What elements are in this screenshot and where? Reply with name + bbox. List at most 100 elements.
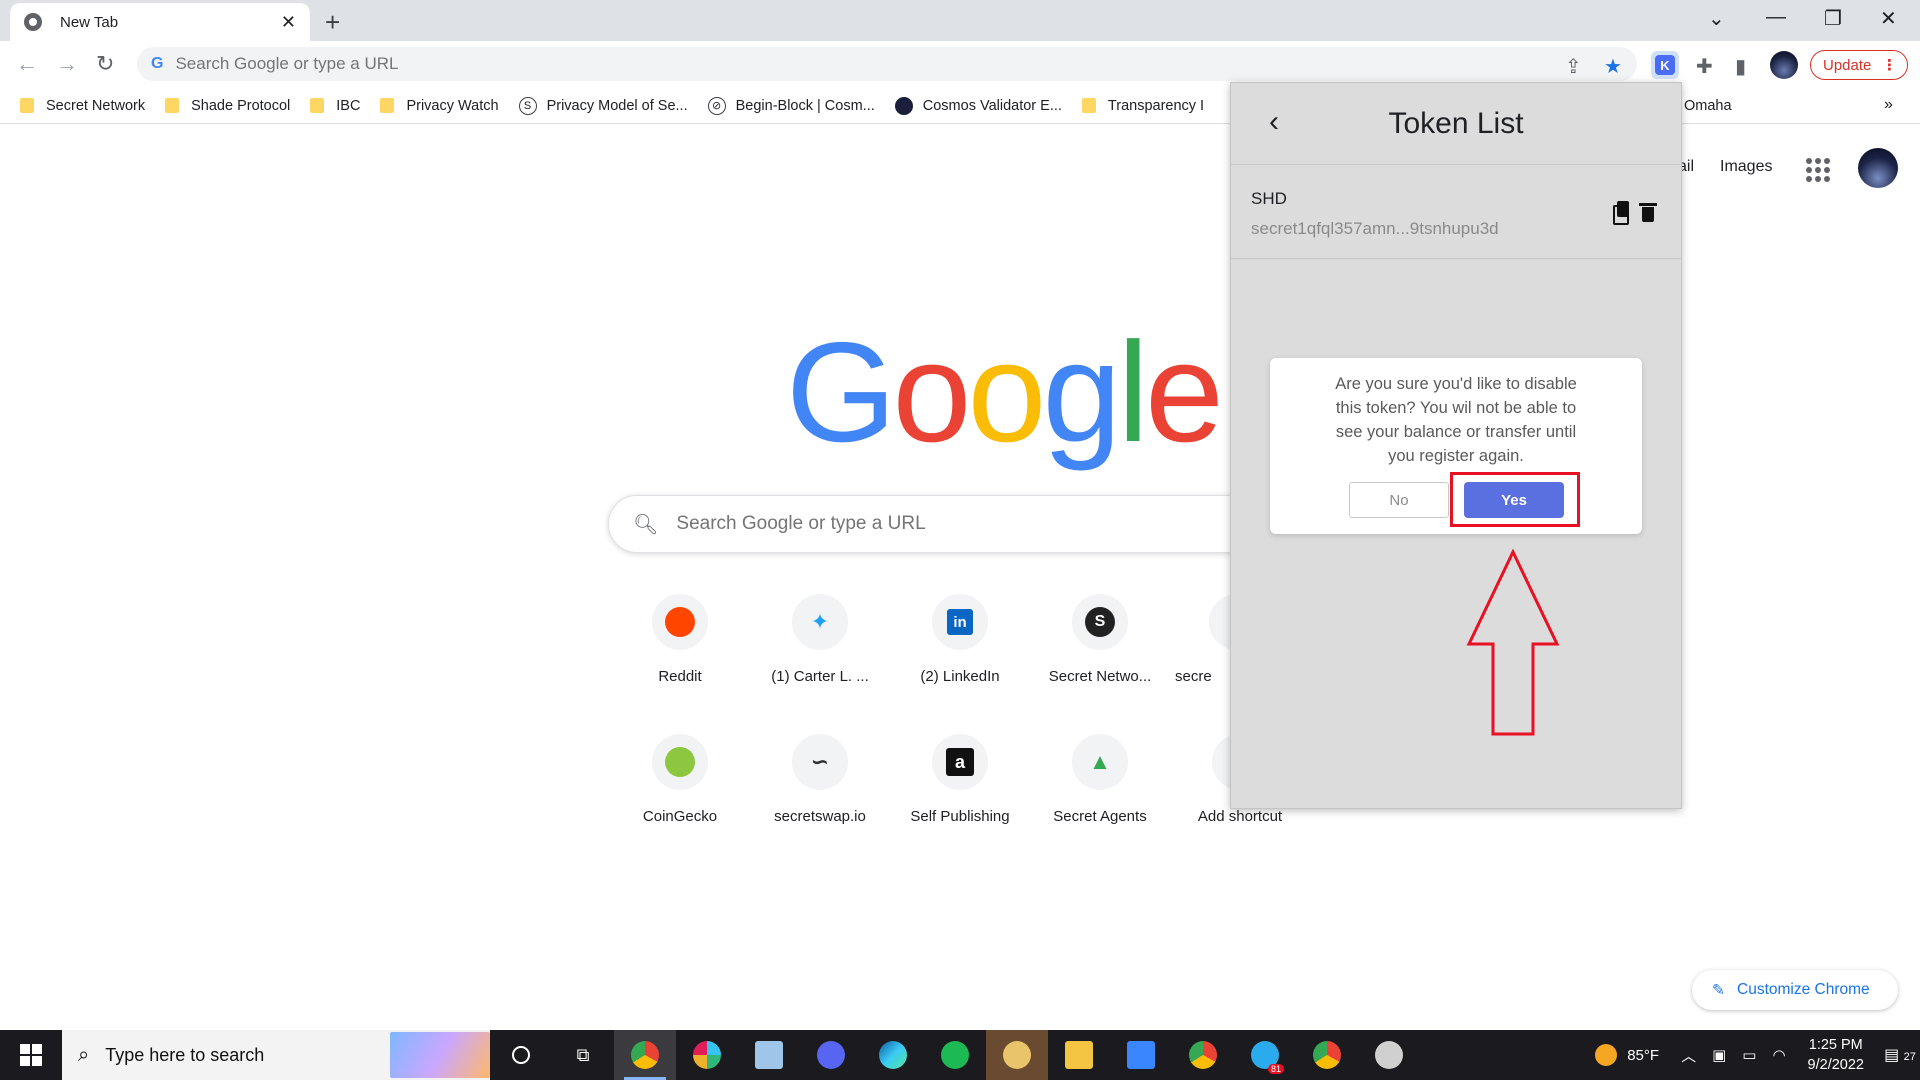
bookmark-item[interactable]: S Privacy Model of Se... (518, 96, 688, 115)
tray-chevron-icon[interactable]: ︿ (1681, 1045, 1696, 1066)
profile-avatar[interactable] (1770, 51, 1798, 79)
windows-logo-icon (20, 1044, 42, 1066)
yes-highlight-box (1450, 472, 1580, 527)
notification-count: 27 (1903, 1051, 1916, 1063)
back-chevron-icon[interactable]: ‹ (1269, 105, 1279, 139)
shortcut-self-publishing[interactable]: a Self Publishing (895, 734, 1025, 825)
bookmark-item[interactable]: IBC (310, 98, 360, 114)
bookmark-item[interactable]: ⊘ Begin-Block | Cosm... (707, 96, 875, 115)
folder-icon (165, 98, 180, 113)
google-search-input[interactable] (676, 513, 1177, 535)
share-icon[interactable]: ⇪ (1565, 54, 1582, 79)
bookmark-item[interactable]: Secret Network (20, 98, 145, 114)
taskbar-search-placeholder: Type here to search (105, 1044, 265, 1065)
taskbar-snip-tool[interactable] (1358, 1030, 1420, 1080)
logo-letter: o (892, 313, 971, 472)
taskbar-chrome[interactable] (614, 1030, 676, 1080)
logo-letter: o (967, 313, 1046, 472)
forward-icon[interactable]: → (56, 51, 78, 77)
secret-network-icon: S (1072, 594, 1128, 650)
secret-site-icon (1209, 594, 1230, 650)
secretswap-icon: ∽ (792, 734, 848, 790)
browser-toolbar: ← → ↻ G ⇪ ★ K ✚ ▮ Update ⋮ (0, 41, 1920, 88)
bookmarks-overflow-icon[interactable]: » (1884, 96, 1893, 114)
notification-center[interactable]: ▤ 27 (1880, 1045, 1920, 1065)
bookmark-item[interactable]: Transparency I (1081, 98, 1204, 114)
tab-strip: New Tab ✕ + ⌄ — ❐ ✕ (0, 0, 1920, 41)
folder-icon (1081, 98, 1096, 113)
taskbar-search[interactable]: ⌕ Type here to search (62, 1030, 490, 1080)
shortcut-secret-agents[interactable]: ▲ Secret Agents (1035, 734, 1165, 825)
menu-dots-icon: ⋮ (1882, 57, 1897, 74)
bookmark-item[interactable]: Cosmos Validator E... (894, 96, 1062, 115)
bookmark-item[interactable]: Shade Protocol (165, 98, 290, 114)
shortcut-secretswap[interactable]: ∽ secretswap.io (755, 734, 885, 825)
token-row: SHD secret1qfql357amn...9tsnhupu3d (1231, 165, 1681, 259)
shortcut-linkedin[interactable]: in (2) LinkedIn (895, 594, 1025, 685)
popup-title: Token List (1388, 106, 1524, 140)
address-input[interactable] (175, 54, 1376, 74)
restore-icon[interactable]: ❐ (1824, 6, 1842, 31)
taskbar-edge[interactable] (862, 1030, 924, 1080)
weather-temp[interactable]: 85°F (1627, 1047, 1659, 1064)
update-button[interactable]: Update ⋮ (1810, 50, 1908, 80)
shortcut-secret[interactable]: secre (1175, 594, 1230, 685)
taskbar-telegram[interactable]: 81 (1234, 1030, 1296, 1080)
cosmos-icon (894, 96, 913, 115)
google-account-avatar[interactable] (1858, 148, 1898, 188)
linkedin-icon: in (932, 594, 988, 650)
pencil-icon: ✎ (1712, 981, 1725, 999)
address-bar[interactable]: G (137, 47, 1637, 81)
copy-icon[interactable] (1613, 201, 1629, 225)
task-view-icon[interactable]: ⧉ (552, 1030, 614, 1080)
shortcut-coingecko[interactable]: CoinGecko (615, 734, 745, 825)
shortcut-secret-network[interactable]: S Secret Netwo... (1035, 594, 1165, 685)
tab-search-icon[interactable]: ⌄ (1708, 6, 1725, 31)
customize-chrome-button[interactable]: ✎ Customize Chrome (1692, 970, 1898, 1010)
taskbar-paint[interactable] (986, 1030, 1048, 1080)
shortcut-reddit[interactable]: Reddit (615, 594, 745, 685)
trash-icon[interactable] (1639, 201, 1657, 223)
shortcut-twitter[interactable]: ✦ (1) Carter L. ... (755, 594, 885, 685)
images-link[interactable]: Images (1720, 158, 1772, 176)
wifi-icon[interactable]: ◠ (1772, 1046, 1785, 1064)
taskbar-spotify[interactable] (924, 1030, 986, 1080)
extensions-puzzle-icon[interactable]: ✚ (1696, 54, 1713, 79)
folder-icon (380, 98, 395, 113)
taskbar-chrome-profile-3[interactable] (1296, 1030, 1358, 1080)
windows-start-button[interactable] (0, 1030, 62, 1080)
google-apps-icon[interactable] (1806, 158, 1830, 182)
tab-new-tab[interactable]: New Tab ✕ (10, 3, 310, 41)
taskbar-photos[interactable] (1110, 1030, 1172, 1080)
reload-icon[interactable]: ↻ (96, 51, 114, 77)
close-tab-icon[interactable]: ✕ (281, 12, 296, 33)
bookmark-item-omaha[interactable]: Omaha (1684, 98, 1732, 114)
battery-icon[interactable]: ▭ (1742, 1046, 1756, 1064)
taskbar-discord[interactable] (800, 1030, 862, 1080)
cortana-icon[interactable] (490, 1030, 552, 1080)
minimize-icon[interactable]: — (1766, 6, 1786, 29)
taskbar-slack[interactable] (676, 1030, 738, 1080)
system-tray: 85°F ︿ ▣ ▭ ◠ 1:25 PM 9/2/2022 ▤ 27 (1595, 1030, 1920, 1080)
red-up-arrow-annotation (1466, 548, 1560, 736)
taskbar-file-explorer[interactable] (1048, 1030, 1110, 1080)
device-icon[interactable]: ▣ (1712, 1046, 1726, 1064)
google-g-icon: G (151, 55, 164, 72)
back-icon[interactable]: ← (16, 51, 38, 77)
new-tab-button[interactable]: + (325, 7, 340, 38)
no-button[interactable]: No (1349, 482, 1449, 518)
taskbar-clock[interactable]: 1:25 PM 9/2/2022 (1808, 1035, 1864, 1075)
keplr-extension-icon[interactable]: K (1651, 51, 1679, 79)
clock-date: 9/2/2022 (1807, 1057, 1864, 1073)
taskbar-chrome-profile-2[interactable] (1172, 1030, 1234, 1080)
logo-letter: G (786, 313, 896, 472)
bookmark-star-icon[interactable]: ★ (1604, 54, 1622, 79)
bookmark-item[interactable]: Privacy Watch (380, 98, 499, 114)
secret-s-icon: S (518, 96, 537, 115)
twitter-icon: ✦ (792, 594, 848, 650)
google-search-box[interactable]: 🔍︎ (608, 495, 1308, 553)
close-window-icon[interactable]: ✕ (1880, 6, 1897, 31)
side-panel-icon[interactable]: ▮ (1735, 54, 1746, 79)
amazon-icon: a (932, 734, 988, 790)
taskbar-app-notes[interactable] (738, 1030, 800, 1080)
